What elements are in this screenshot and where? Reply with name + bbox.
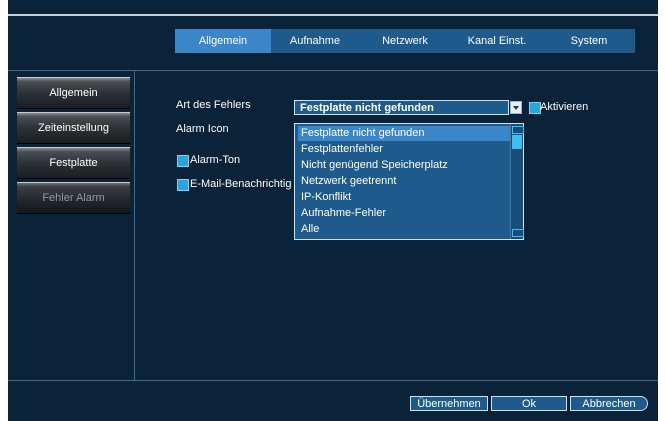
content-top-divider (8, 70, 658, 71)
sidebar-item-festplatte[interactable]: Festplatte (17, 147, 130, 179)
sidebar-item-fehler-alarm[interactable]: Fehler Alarm (17, 182, 130, 214)
dropdown-option[interactable]: Netzwerk geetrennt (298, 174, 511, 189)
alarm-tone-label: Alarm-Ton (190, 154, 240, 166)
dropdown-option[interactable]: Aufnahme-Fehler (298, 206, 511, 221)
scroll-down-icon[interactable] (512, 229, 524, 237)
scroll-thumb[interactable] (512, 135, 522, 149)
top-divider (8, 14, 658, 16)
email-checkbox[interactable] (177, 179, 189, 191)
scroll-up-icon[interactable] (512, 126, 524, 134)
tab-netzwerk[interactable]: Netzwerk (359, 29, 451, 53)
dvr-screen: Allgemein Aufnahme Netzwerk Kanal Einst.… (8, 0, 658, 421)
error-type-select[interactable]: Festplatte nicht gefunden (294, 100, 509, 115)
ok-button[interactable]: Ok (491, 396, 567, 411)
dropdown-option[interactable]: Festplattenfehler (298, 142, 511, 157)
apply-button[interactable]: Übernehmen (410, 396, 488, 411)
sidebar-item-allgemein[interactable]: Allgemein (17, 77, 130, 109)
dropdown-scrollbar[interactable] (510, 124, 523, 239)
dropdown-option[interactable]: Festplatte nicht gefunden (298, 126, 511, 141)
error-type-label: Art des Fehlers (176, 99, 251, 111)
dropdown-option[interactable]: IP-Konflikt (298, 190, 511, 205)
email-label: E-Mail-Benachrichtig (190, 178, 291, 190)
tab-aufnahme[interactable]: Aufnahme (271, 29, 359, 53)
chevron-down-icon[interactable] (510, 101, 522, 114)
alarm-icon-label: Alarm Icon (176, 123, 229, 135)
tab-system[interactable]: System (543, 29, 635, 53)
cancel-button[interactable]: Abbrechen (570, 396, 648, 411)
alarm-tone-checkbox[interactable] (177, 155, 189, 167)
sidebar-divider (134, 70, 135, 380)
tab-bar: Allgemein Aufnahme Netzwerk Kanal Einst.… (175, 29, 635, 53)
tab-allgemein[interactable]: Allgemein (175, 29, 271, 53)
content-bottom-divider (8, 380, 658, 381)
sidebar-item-zeiteinstellung[interactable]: Zeiteinstellung (17, 112, 130, 144)
dropdown-option[interactable]: Alle (298, 222, 511, 237)
error-type-dropdown-list: Festplatte nicht gefunden Festplattenfeh… (294, 123, 524, 240)
dropdown-option[interactable]: Nicht genügend Speicherplatz (298, 158, 511, 173)
tab-kanal-einst[interactable]: Kanal Einst. (451, 29, 543, 53)
activate-label: Aktivieren (540, 101, 588, 113)
